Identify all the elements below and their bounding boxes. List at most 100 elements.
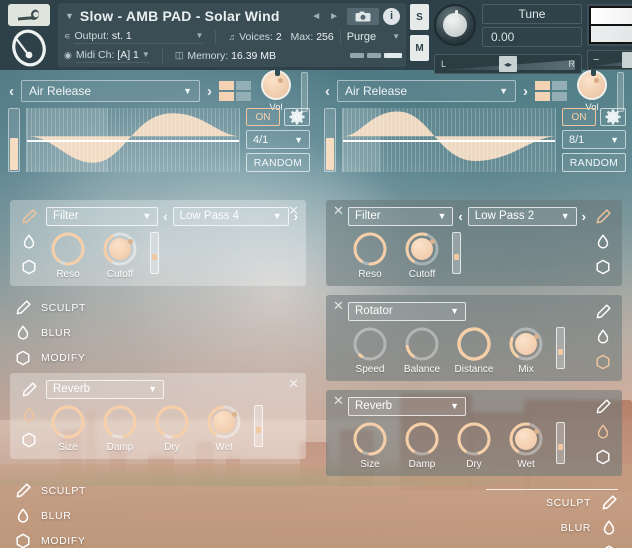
- prev-source-button[interactable]: ‹: [322, 83, 333, 100]
- next-source-button[interactable]: ›: [520, 83, 531, 100]
- solo-button[interactable]: S: [410, 4, 429, 30]
- tool-sculpt[interactable]: SCULPT: [316, 490, 632, 515]
- mute-button[interactable]: M: [410, 35, 429, 61]
- hexagon-icon[interactable]: [594, 448, 612, 466]
- next-source-button[interactable]: ›: [204, 83, 215, 100]
- next-preset-button[interactable]: ►: [325, 11, 343, 22]
- source-preset-select[interactable]: Air Release ▼: [21, 80, 200, 102]
- volume-handle[interactable]: [622, 52, 632, 68]
- fx-amount-slider[interactable]: [452, 232, 461, 274]
- knob-dial[interactable]: [351, 230, 389, 268]
- knob-dial[interactable]: [101, 403, 139, 441]
- tool-sculpt[interactable]: SCULPT: [0, 478, 316, 503]
- knob-dial[interactable]: [403, 325, 441, 363]
- source-vol-knob[interactable]: [261, 68, 291, 100]
- droplet-icon[interactable]: [594, 328, 612, 346]
- knob-dial[interactable]: [455, 420, 493, 458]
- knob-dial[interactable]: [403, 230, 441, 268]
- fx-mode-select[interactable]: Low Pass 2 ▼: [467, 206, 577, 226]
- chevron-down-icon[interactable]: ▼: [65, 11, 74, 21]
- lfo-random-button[interactable]: RANDOM: [246, 153, 310, 172]
- fx-type-select[interactable]: Filter ▼: [348, 206, 454, 226]
- droplet-icon[interactable]: [20, 233, 38, 251]
- tune-knob[interactable]: [434, 4, 476, 46]
- close-icon[interactable]: ✕: [333, 394, 344, 407]
- hexagon-icon[interactable]: [594, 353, 612, 371]
- lfo-waveform-display[interactable]: [26, 108, 240, 172]
- fx-mode-select[interactable]: Low Pass 4 ▼: [172, 206, 289, 226]
- close-icon[interactable]: ✕: [288, 377, 299, 390]
- gear-icon[interactable]: [284, 108, 310, 126]
- lfo-waveform-display[interactable]: [342, 108, 556, 172]
- lfo-rate-select[interactable]: 4/1 ▼: [246, 130, 310, 149]
- tool-sculpt[interactable]: SCULPT: [0, 295, 316, 320]
- knob-dial[interactable]: [205, 403, 243, 441]
- knob-dial[interactable]: [507, 420, 545, 458]
- fx-amount-slider[interactable]: [150, 232, 159, 274]
- prev-preset-button[interactable]: ◄: [307, 11, 325, 22]
- fx-type-select[interactable]: Reverb ▼: [348, 396, 466, 416]
- pencil-icon[interactable]: [594, 398, 612, 416]
- lfo-on-button[interactable]: ON: [562, 108, 596, 126]
- knob-dial[interactable]: [507, 325, 545, 363]
- purge-level-bars[interactable]: [350, 53, 406, 59]
- output-select[interactable]: Output: st. 1 ▼: [74, 30, 204, 44]
- master-volume-slider[interactable]: − +: [587, 50, 632, 70]
- tool-blur[interactable]: BLUR: [316, 515, 632, 540]
- tool-blur[interactable]: BLUR: [0, 320, 316, 345]
- source-level-strip[interactable]: [301, 72, 308, 112]
- source-preset-select[interactable]: Air Release ▼: [337, 80, 516, 102]
- hexagon-icon[interactable]: [20, 258, 38, 276]
- fx-type-select[interactable]: Filter ▼: [46, 206, 159, 226]
- source-vol-knob[interactable]: [577, 68, 607, 100]
- next-mode-button[interactable]: ›: [582, 209, 586, 224]
- droplet-icon[interactable]: [594, 233, 612, 251]
- source-level-strip[interactable]: [617, 72, 624, 112]
- knob-dial[interactable]: [455, 325, 493, 363]
- purge-menu[interactable]: Purge ▼: [347, 31, 406, 43]
- fx-type-select[interactable]: Rotator ▼: [348, 301, 466, 321]
- tool-modify[interactable]: MODIFY: [0, 345, 316, 370]
- close-icon[interactable]: ✕: [288, 204, 299, 217]
- lfo-on-button[interactable]: ON: [246, 108, 280, 126]
- knob-dial[interactable]: [101, 230, 139, 268]
- tool-blur[interactable]: BLUR: [0, 503, 316, 528]
- wrench-icon[interactable]: [8, 4, 50, 26]
- knob-dial[interactable]: [49, 403, 87, 441]
- pencil-icon[interactable]: [594, 303, 612, 321]
- hexagon-icon[interactable]: [20, 431, 38, 449]
- knob-dial[interactable]: [153, 403, 191, 441]
- camera-icon[interactable]: [347, 7, 379, 25]
- mix-matrix-icon[interactable]: [535, 81, 567, 101]
- knob-dial[interactable]: [351, 325, 389, 363]
- close-icon[interactable]: ✕: [333, 299, 344, 312]
- lfo-random-button[interactable]: RANDOM: [562, 153, 626, 172]
- midi-channel-select[interactable]: Midi Ch: [A] 1 ▼: [75, 49, 150, 63]
- knob-dial[interactable]: [403, 420, 441, 458]
- prev-mode-button[interactable]: ‹: [458, 209, 462, 224]
- knob-dial[interactable]: [49, 230, 87, 268]
- knob-dial[interactable]: [351, 420, 389, 458]
- hexagon-icon[interactable]: [594, 258, 612, 276]
- lfo-rate-select[interactable]: 8/1 ▼: [562, 130, 626, 149]
- pencil-icon[interactable]: [20, 381, 38, 399]
- lfo-depth-slider[interactable]: [324, 108, 336, 172]
- droplet-icon[interactable]: [594, 423, 612, 441]
- tool-modify[interactable]: MODIFY: [316, 540, 632, 548]
- prev-mode-button[interactable]: ‹: [163, 209, 167, 224]
- mix-matrix-icon[interactable]: [219, 81, 251, 101]
- gear-icon[interactable]: [600, 108, 626, 126]
- prev-source-button[interactable]: ‹: [6, 83, 17, 100]
- fx-amount-slider[interactable]: [254, 405, 263, 447]
- fx-amount-slider[interactable]: [556, 422, 565, 464]
- info-icon[interactable]: i: [383, 7, 400, 25]
- droplet-icon[interactable]: [20, 406, 38, 424]
- pencil-icon[interactable]: [20, 208, 38, 226]
- fx-type-select[interactable]: Reverb ▼: [46, 379, 164, 399]
- close-icon[interactable]: ✕: [333, 204, 344, 217]
- fx-amount-slider[interactable]: [556, 327, 565, 369]
- pencil-icon[interactable]: [594, 208, 612, 226]
- tune-value[interactable]: 0.00: [482, 27, 582, 47]
- tool-modify[interactable]: MODIFY: [0, 528, 316, 548]
- lfo-depth-slider[interactable]: [8, 108, 20, 172]
